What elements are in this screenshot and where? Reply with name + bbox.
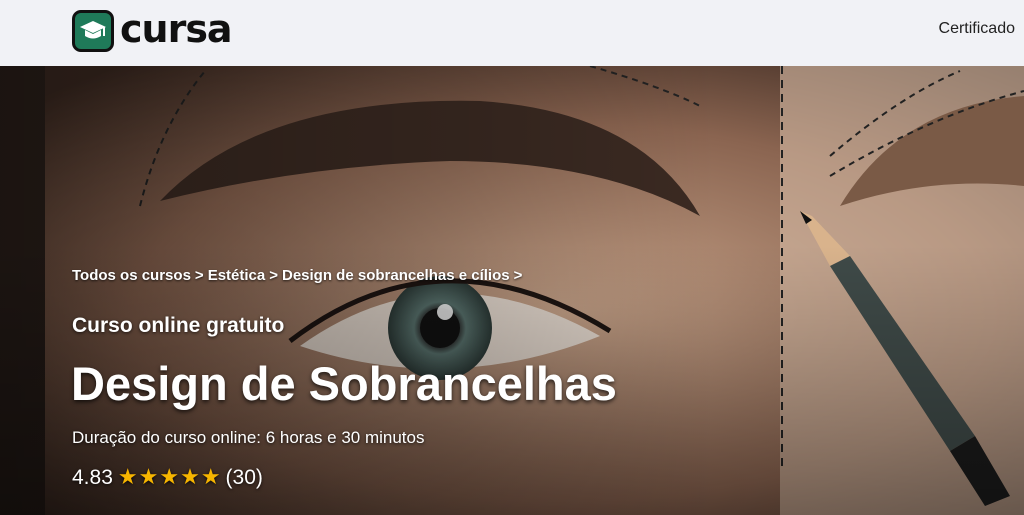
star-icon: ★ [200,465,221,490]
breadcrumb-separator: > [194,267,204,284]
breadcrumb-separator: > [513,267,523,284]
rating-stars: ★ ★ ★ ★ ★ [118,467,221,489]
breadcrumb-design-sobrancelhas-cilios[interactable]: Design de sobrancelhas e cílios [282,267,510,284]
rating-value: 4.83 [72,466,113,489]
course-type-label: Curso online gratuito [72,314,285,337]
course-duration: Duração do curso online: 6 horas e 30 mi… [72,428,425,447]
star-icon: ★ [180,465,200,490]
certificate-link[interactable]: Certificado [939,20,1015,38]
star-icon: ★ [159,465,180,490]
course-rating: 4.83 ★ ★ ★ ★ ★ (30) [72,466,263,490]
top-bar: cursa Certificado [0,0,1024,66]
course-title: Design de Sobrancelhas [71,357,617,410]
star-icon: ★ [117,465,138,490]
review-count[interactable]: (30) [226,466,263,490]
star-icon: ★ [138,465,159,490]
course-hero: Todos os cursos > Estética > Design de sobra… [0,66,1024,515]
brand-name: cursa [120,7,233,51]
breadcrumb: Todos os cursos > Estética > Design de sobra… [72,267,526,284]
breadcrumb-separator: > [269,267,278,284]
breadcrumb-estetica[interactable]: Estética [208,267,266,284]
brand-logo[interactable]: cursa [72,7,233,53]
breadcrumb-all-courses[interactable]: Todos os cursos [72,267,191,284]
graduation-cap-icon [72,10,114,52]
